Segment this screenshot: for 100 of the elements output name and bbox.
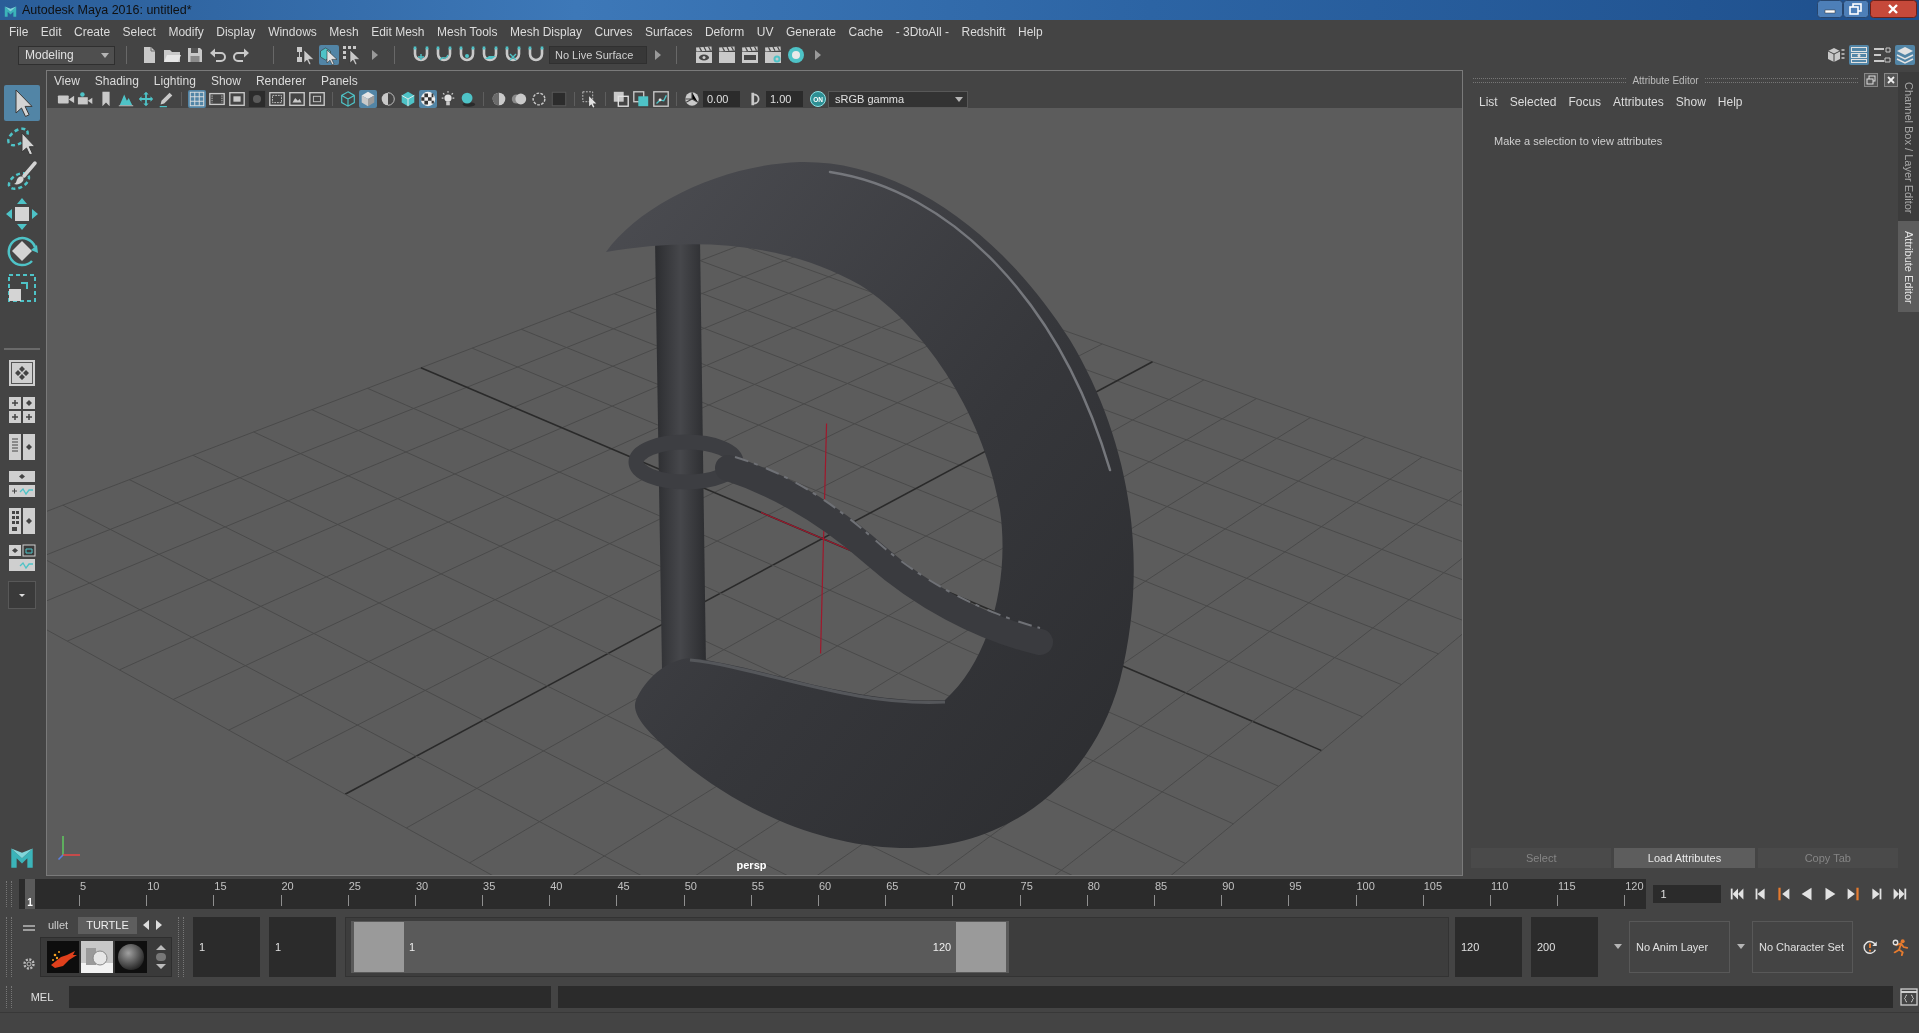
exposure-field[interactable]: 0.00 (703, 91, 740, 107)
menu-item[interactable]: Lighting (153, 73, 196, 88)
half-disc-icon[interactable] (379, 90, 397, 108)
range-start-handle[interactable] (354, 921, 404, 972)
shaded-cube-icon[interactable] (359, 90, 377, 108)
menu-item[interactable]: - 3DtoAll - (895, 24, 949, 39)
menu-item[interactable]: Selected (1509, 94, 1557, 109)
menu-item[interactable]: Help (1717, 94, 1743, 109)
menu-item[interactable]: Cache (848, 24, 884, 39)
shaded-sphere-icon[interactable] (490, 90, 508, 108)
scroll-arrows-icon[interactable] (155, 943, 167, 970)
menu-item[interactable]: Attributes (1613, 94, 1664, 109)
menu-item[interactable]: View (54, 73, 80, 88)
menu-item[interactable]: List (1479, 94, 1498, 109)
menu-item[interactable]: Redshift (961, 24, 1006, 39)
ring-icon[interactable] (786, 45, 806, 65)
menu-item[interactable]: Generate (785, 24, 836, 39)
caret-icon[interactable] (954, 95, 964, 103)
menu-item[interactable]: Surfaces (645, 24, 693, 39)
character-set-dropdown[interactable]: No Character Set (1752, 920, 1853, 973)
clapperboard-bar-icon[interactable] (740, 45, 760, 65)
menu-set-dropdown[interactable]: Modeling (18, 45, 115, 65)
menu-item[interactable]: Mesh Tools (437, 24, 498, 39)
four-pane-layout-icon[interactable] (8, 396, 36, 424)
save-icon[interactable] (185, 45, 205, 65)
menu-item[interactable]: Edit Mesh (371, 24, 425, 39)
range-slider-track[interactable]: 1 120 (345, 916, 1449, 977)
graph-layout-icon[interactable] (8, 544, 36, 572)
dots-cursor-icon[interactable] (342, 45, 362, 65)
playback-start-field[interactable]: 1 (269, 916, 336, 977)
caret-icon[interactable] (1736, 943, 1746, 950)
playback-end-field[interactable]: 120 (1455, 916, 1522, 977)
shadow-sphere-icon[interactable] (459, 90, 477, 108)
menu-item[interactable]: Renderer (255, 73, 306, 88)
menu-item[interactable]: Show (210, 73, 241, 88)
close-icon[interactable] (1884, 73, 1898, 87)
checker-icon[interactable] (419, 90, 437, 108)
menu-item[interactable]: Edit (40, 24, 62, 39)
menu-item[interactable]: Curves (594, 24, 633, 39)
sliders-icon[interactable] (1872, 45, 1892, 65)
menu-item[interactable]: Display (216, 24, 256, 39)
minimize-icon[interactable] (1817, 0, 1843, 18)
cube-cursor-icon[interactable] (319, 45, 339, 65)
flame-streak-icon[interactable] (47, 940, 79, 973)
anim-layer-dropdown[interactable]: No Anim Layer (1629, 920, 1730, 973)
perspective-viewport[interactable]: persp (47, 108, 1462, 875)
two-pane-layout-icon[interactable] (8, 433, 36, 461)
left-arrow-icon[interactable] (141, 919, 150, 931)
wireframe-cube-icon[interactable] (339, 90, 357, 108)
dashed-frame-icon[interactable] (268, 90, 286, 108)
menu-item[interactable]: Focus (1568, 94, 1602, 109)
dashed-box-cursor-icon[interactable] (581, 90, 599, 108)
menu-item[interactable]: File (9, 24, 29, 39)
cube-list-icon[interactable] (1826, 45, 1846, 65)
filled-square-overlap-icon[interactable] (632, 90, 650, 108)
grid-icon[interactable] (188, 90, 206, 108)
menu-item[interactable]: Create (74, 24, 111, 39)
move-icon[interactable] (4, 196, 40, 232)
single-pane-layout-icon[interactable] (8, 359, 36, 387)
command-language-button[interactable]: MEL (26, 987, 58, 1007)
dashed-circle-icon[interactable] (530, 90, 548, 108)
restore-icon[interactable] (1843, 0, 1869, 18)
side-tab[interactable]: Channel Box / Layer Editor (1898, 72, 1919, 222)
right-arrow-icon[interactable] (154, 919, 163, 931)
light-bulb-icon[interactable] (439, 90, 457, 108)
clapperboard-dot-icon[interactable] (763, 45, 783, 65)
menu-item[interactable]: Panels (320, 73, 358, 88)
float-window-icon[interactable] (1864, 73, 1878, 87)
pencil-icon[interactable] (157, 90, 175, 108)
playhead[interactable]: 1 (25, 878, 35, 909)
nested-frame-icon[interactable] (308, 90, 326, 108)
side-tab[interactable]: Attribute Editor (1898, 221, 1919, 313)
caret-icon[interactable] (1613, 943, 1623, 950)
clapperboard-eye-icon[interactable] (694, 45, 714, 65)
running-figure-icon[interactable] (1891, 937, 1909, 956)
range-end-handle[interactable] (956, 921, 1007, 972)
clapperboard-icon[interactable] (717, 45, 737, 65)
animation-start-field[interactable]: 1 (193, 916, 260, 977)
filled-frame-icon[interactable] (228, 90, 246, 108)
pan-arrows-icon[interactable] (137, 90, 155, 108)
stacked-bars-icon[interactable] (1849, 45, 1869, 65)
hierarchy-cursor-icon[interactable] (296, 45, 316, 65)
color-space-dropdown[interactable]: sRGB gamma (828, 90, 968, 108)
menu-item[interactable]: Help (1018, 24, 1043, 39)
layers-icon[interactable] (1895, 45, 1915, 65)
shelf-tab[interactable]: TURTLE (78, 916, 137, 934)
film-strip-icon[interactable] (208, 90, 226, 108)
collapse-arrow-icon[interactable] (371, 48, 379, 62)
collapse-arrow-icon[interactable] (654, 48, 662, 62)
overlapping-squares-icon[interactable] (612, 90, 630, 108)
wire-shaded-cube-icon[interactable] (399, 90, 417, 108)
stacked-layout-icon[interactable] (8, 470, 36, 498)
menu-item[interactable]: Shading (94, 73, 139, 88)
sphere-icon[interactable] (115, 940, 147, 973)
close-icon[interactable] (1870, 0, 1917, 18)
menu-item[interactable]: UV (756, 24, 774, 39)
menu-item[interactable]: Mesh Display (510, 24, 583, 39)
current-frame-field[interactable]: 1 (1652, 884, 1721, 903)
script-editor-icon[interactable] (1900, 988, 1918, 1006)
menu-item[interactable]: Mesh (329, 24, 359, 39)
